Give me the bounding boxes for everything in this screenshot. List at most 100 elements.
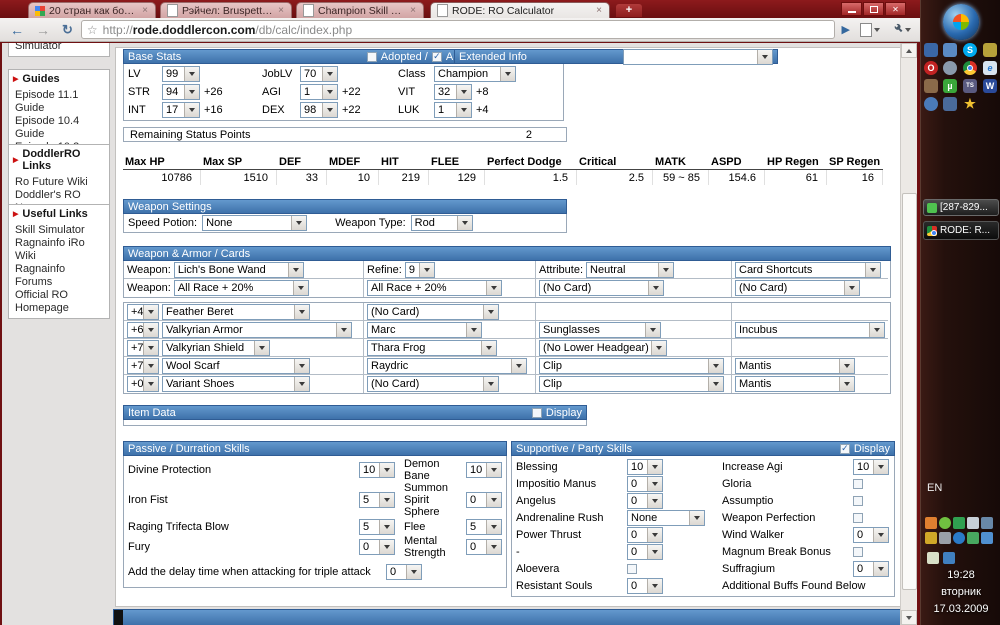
equip-refine-select[interactable]: +4 xyxy=(127,304,159,320)
int-select[interactable]: 17 xyxy=(162,102,200,118)
scroll-down-button[interactable] xyxy=(901,610,917,625)
tray-icon-5[interactable] xyxy=(981,517,993,529)
blessing-select[interactable]: 10 xyxy=(627,459,663,475)
forward-button[interactable]: → xyxy=(32,22,54,38)
luk-select[interactable]: 1 xyxy=(434,102,472,118)
globe-icon[interactable] xyxy=(943,61,957,75)
magnum-break-bonus-checkbox[interactable] xyxy=(853,547,863,557)
accessory2-card-select[interactable]: Mantis xyxy=(735,358,855,374)
start-button[interactable] xyxy=(943,4,979,40)
clock-time[interactable]: 19:28 xyxy=(921,569,1000,581)
bookmark-star-icon[interactable]: ☆ xyxy=(87,23,98,37)
avatar-app-icon[interactable] xyxy=(924,79,938,93)
round-app-icon[interactable] xyxy=(924,97,938,111)
equip-refine-select[interactable]: +7 xyxy=(127,340,159,356)
browser-tab-3[interactable]: Champion Skill Tree × xyxy=(296,2,424,18)
utorrent-icon[interactable]: µ xyxy=(943,79,957,93)
adrenaline-rush-select[interactable]: None xyxy=(627,510,705,526)
equip-refine-select[interactable]: +0 xyxy=(127,376,159,392)
dex-select[interactable]: 98 xyxy=(300,102,338,118)
tray-icon-6[interactable] xyxy=(925,532,937,544)
bee-app-icon[interactable] xyxy=(983,43,997,57)
armor-card-select[interactable]: Marc xyxy=(367,322,482,338)
go-button[interactable]: ▶ xyxy=(839,23,853,36)
internet-explorer-icon[interactable]: e xyxy=(983,61,997,75)
tray-icon-1[interactable] xyxy=(925,517,937,529)
increase-agi-select[interactable]: 10 xyxy=(853,459,889,475)
mid-headgear-select[interactable]: Sunglasses xyxy=(539,322,661,338)
sidebar-link[interactable]: Skill Simulator xyxy=(13,224,105,237)
item-data-display-checkbox[interactable] xyxy=(532,408,542,418)
accessory1-select[interactable]: Incubus xyxy=(735,322,885,338)
triple-attack-delay-select[interactable]: 0 xyxy=(386,564,422,580)
weapon-type-select[interactable]: Rod xyxy=(411,215,473,231)
restore-button[interactable] xyxy=(863,2,884,16)
weapon-card3-select[interactable]: (No Card) xyxy=(539,280,664,296)
reload-button[interactable]: ↻ xyxy=(58,22,77,38)
tab-close-icon[interactable]: × xyxy=(277,5,285,16)
browser-tab-2[interactable]: Рэйчел: Bruspetti Quest × xyxy=(160,2,292,18)
iron-fist-select[interactable]: 5 xyxy=(359,492,395,508)
class-select[interactable]: Champion xyxy=(434,66,516,82)
aloevera-checkbox[interactable] xyxy=(627,564,637,574)
accessory3-select[interactable]: Clip xyxy=(539,376,724,392)
tray-icon-4[interactable] xyxy=(967,517,979,529)
chrome-icon[interactable] xyxy=(963,61,977,75)
window-app-icon[interactable] xyxy=(943,43,957,57)
sidebar-link[interactable]: Episode 11.1 Guide xyxy=(13,89,105,115)
divine-protection-select[interactable]: 10 xyxy=(359,462,395,478)
browser-tab-1[interactable]: 20 стран как большая в... × xyxy=(28,2,156,18)
shoes-select[interactable]: Variant Shoes xyxy=(162,376,310,392)
upper-headgear-select[interactable]: Feather Beret xyxy=(162,304,310,320)
accessory2-select[interactable]: Clip xyxy=(539,358,724,374)
weapon-card2-select[interactable]: All Race + 20% xyxy=(367,280,502,296)
weapon-card4-select[interactable]: (No Card) xyxy=(735,280,860,296)
minimize-button[interactable] xyxy=(841,2,862,16)
address-bar[interactable]: ☆ http://rode.doddlercon.com/db/calc/ind… xyxy=(81,20,835,39)
wind-walker-select[interactable]: 0 xyxy=(853,527,889,543)
page-menu-button[interactable] xyxy=(857,23,883,37)
sidebar-link[interactable]: Ragnainfo iRo Wiki xyxy=(13,237,105,263)
summon-spirit-sphere-select[interactable]: 0 xyxy=(466,492,502,508)
mental-strength-select[interactable]: 0 xyxy=(466,539,502,555)
equip-refine-select[interactable]: +6 xyxy=(127,322,159,338)
supportive-display-checkbox[interactable]: ✓ xyxy=(840,444,850,454)
star-shortcut-icon[interactable]: ★ xyxy=(963,97,977,111)
tools-menu-button[interactable] xyxy=(887,23,914,36)
refine-select[interactable]: 9 xyxy=(405,262,435,278)
tray-icon-9[interactable] xyxy=(967,532,979,544)
lower-headgear-select[interactable]: (No Lower Headgear) xyxy=(539,340,667,356)
scroll-up-button[interactable] xyxy=(901,43,917,58)
weapon-select[interactable]: Lich's Bone Wand xyxy=(174,262,304,278)
weapon-perfection-checkbox[interactable] xyxy=(853,513,863,523)
tab-close-icon[interactable]: × xyxy=(595,5,603,16)
demon-bane-select[interactable]: 10 xyxy=(466,462,502,478)
new-tab-button[interactable]: + xyxy=(616,4,642,17)
word-icon[interactable]: W xyxy=(983,79,997,93)
tray-icon-3[interactable] xyxy=(953,517,965,529)
adopted-checkbox[interactable] xyxy=(367,52,377,62)
garment-card-select[interactable]: Raydric xyxy=(367,358,527,374)
sidebar-link[interactable]: Official RO xyxy=(13,289,105,302)
browser-tab-active[interactable]: RODE: RO Calculator × xyxy=(430,2,610,18)
messenger-icon[interactable] xyxy=(924,43,938,57)
agi-select[interactable]: 1 xyxy=(300,84,338,100)
str-select[interactable]: 94 xyxy=(162,84,200,100)
attribute-select[interactable]: Neutral xyxy=(586,262,674,278)
tray-icon-11[interactable] xyxy=(927,552,939,564)
equip-refine-select[interactable]: +7 xyxy=(127,358,159,374)
sidebar-link[interactable]: Ragnainfo Forums xyxy=(13,263,105,289)
teamspeak-icon[interactable]: TS xyxy=(963,79,977,93)
shoes-card-select[interactable]: (No Card) xyxy=(367,376,499,392)
close-button[interactable]: ✕ xyxy=(885,2,906,16)
power-thrust-select[interactable]: 0 xyxy=(627,527,663,543)
tab-close-icon[interactable]: × xyxy=(409,5,417,16)
vit-select[interactable]: 32 xyxy=(434,84,472,100)
speed-potion-select[interactable]: None xyxy=(202,215,307,231)
joblv-select[interactable]: 70 xyxy=(300,66,338,82)
resistant-souls-select[interactable]: 0 xyxy=(627,578,663,594)
language-indicator[interactable]: EN xyxy=(927,482,942,494)
card-shortcuts-select[interactable]: Card Shortcuts xyxy=(735,262,881,278)
fury-select[interactable]: 0 xyxy=(359,539,395,555)
suffragium-select[interactable]: 0 xyxy=(853,561,889,577)
